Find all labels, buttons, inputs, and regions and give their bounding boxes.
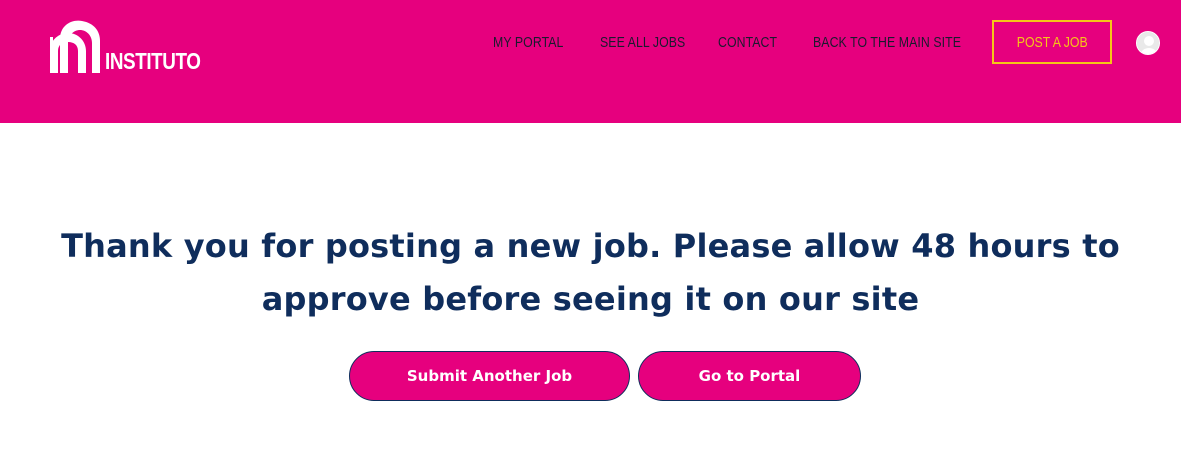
site-header: INSTITUTO MY PORTAL SEE ALL JOBS CONTACT…: [0, 0, 1181, 123]
post-a-job-button[interactable]: POST A JOB: [992, 20, 1112, 64]
confirmation-message: Thank you for posting a new job. Please …: [0, 220, 1181, 326]
confirmation-message-line: approve before seeing it on our site: [261, 280, 920, 318]
confirmation-message-line: Thank you for posting a new job. Please …: [61, 227, 1120, 265]
instituto-logo[interactable]: INSTITUTO: [50, 15, 221, 73]
go-to-portal-button[interactable]: Go to Portal: [638, 351, 861, 401]
post-a-job-label: POST A JOB: [1016, 33, 1088, 51]
nav-contact[interactable]: CONTACT: [718, 34, 777, 51]
logo-mark-icon: [50, 20, 100, 73]
user-avatar-icon[interactable]: [1136, 31, 1160, 55]
nav-see-all-jobs[interactable]: SEE ALL JOBS: [600, 34, 685, 51]
user-silhouette-icon: [1137, 32, 1159, 54]
nav-my-portal[interactable]: MY PORTAL: [493, 34, 563, 51]
logo-text: INSTITUTO: [105, 48, 201, 74]
nav-back-to-main-site[interactable]: BACK TO THE MAIN SITE: [813, 34, 961, 51]
submit-another-job-button[interactable]: Submit Another Job: [349, 351, 630, 401]
